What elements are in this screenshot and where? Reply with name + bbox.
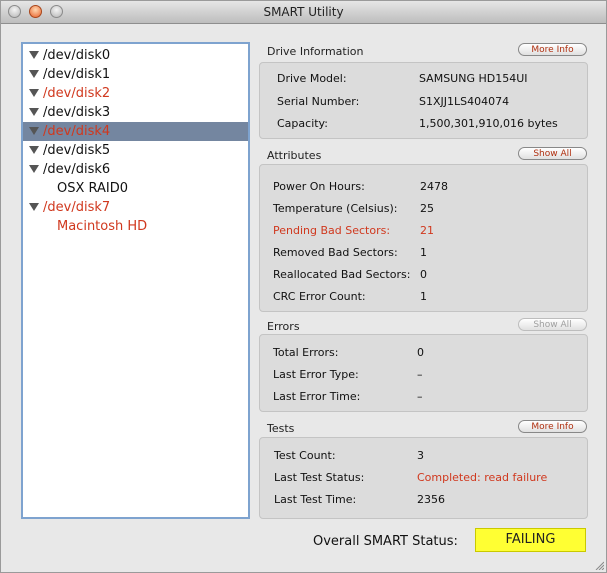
disk-list-item[interactable]: /dev/disk6	[23, 160, 248, 179]
disclosure-triangle-icon[interactable]	[29, 51, 39, 59]
last-test-time-label: Last Test Time:	[274, 493, 357, 506]
last-error-time-value: –	[417, 390, 423, 403]
last-error-type-value: –	[417, 368, 423, 381]
removed-bad-sectors-label: Removed Bad Sectors:	[273, 246, 398, 259]
last-test-time-value: 2356	[417, 493, 445, 506]
capacity-label: Capacity:	[277, 117, 328, 130]
volume-label: Macintosh HD	[57, 219, 148, 234]
pending-bad-sectors-value: 21	[420, 224, 434, 237]
attributes-title: Attributes	[267, 149, 322, 162]
temperature-value: 25	[420, 202, 434, 215]
disk-list-item[interactable]: /dev/disk3	[23, 103, 248, 122]
attributes-show-all-button[interactable]: Show All	[518, 147, 587, 160]
errors-group: Total Errors: 0 Last Error Type: – Last …	[259, 334, 588, 412]
disk-list-item[interactable]: /dev/disk2	[23, 84, 248, 103]
drive-info-group: Drive Model: SAMSUNG HD154UI Serial Numb…	[259, 62, 588, 139]
reallocated-bad-sectors-value: 0	[420, 268, 427, 281]
serial-number-value: S1XJJ1LS404074	[419, 95, 510, 108]
crc-error-count-value: 1	[420, 290, 427, 303]
disclosure-triangle-icon[interactable]	[29, 146, 39, 154]
resize-grip-icon[interactable]	[594, 560, 604, 570]
capacity-value: 1,500,301,910,016 bytes	[419, 117, 558, 130]
title-bar[interactable]: SMART Utility	[1, 1, 606, 24]
removed-bad-sectors-value: 1	[420, 246, 427, 259]
volume-list-item[interactable]: OSX RAID0	[23, 179, 248, 198]
last-test-status-value: Completed: read failure	[417, 471, 548, 484]
tests-title: Tests	[267, 422, 295, 435]
errors-title: Errors	[267, 320, 300, 333]
disk-label: /dev/disk7	[43, 200, 111, 215]
volume-list-item[interactable]: Macintosh HD	[23, 217, 248, 236]
last-test-status-label: Last Test Status:	[274, 471, 365, 484]
temperature-label: Temperature (Celsius):	[273, 202, 398, 215]
errors-show-all-button[interactable]: Show All	[518, 318, 587, 331]
total-errors-label: Total Errors:	[273, 346, 339, 359]
overall-status-badge: FAILING	[475, 528, 586, 552]
serial-number-label: Serial Number:	[277, 95, 360, 108]
disclosure-triangle-icon[interactable]	[29, 89, 39, 97]
power-on-hours-label: Power On Hours:	[273, 180, 365, 193]
overall-status-label: Overall SMART Status:	[313, 534, 458, 549]
disk-label: /dev/disk4	[43, 124, 111, 139]
disclosure-triangle-icon[interactable]	[29, 203, 39, 211]
drive-model-label: Drive Model:	[277, 72, 347, 85]
disk-label: /dev/disk2	[43, 86, 111, 101]
disk-label: /dev/disk3	[43, 105, 111, 120]
window-title: SMART Utility	[263, 5, 344, 19]
total-errors-value: 0	[417, 346, 424, 359]
disk-list-item[interactable]: /dev/disk5	[23, 141, 248, 160]
drive-info-title: Drive Information	[267, 45, 364, 58]
smart-utility-window: SMART Utility /dev/disk0 /dev/disk1 /dev…	[0, 0, 607, 573]
pending-bad-sectors-label: Pending Bad Sectors:	[273, 224, 391, 237]
crc-error-count-label: CRC Error Count:	[273, 290, 366, 303]
disk-label: /dev/disk1	[43, 67, 111, 82]
disk-list-item[interactable]: /dev/disk1	[23, 65, 248, 84]
power-on-hours-value: 2478	[420, 180, 448, 193]
disk-list-item[interactable]: /dev/disk7	[23, 198, 248, 217]
disk-label: /dev/disk6	[43, 162, 111, 177]
drive-model-value: SAMSUNG HD154UI	[419, 72, 528, 85]
test-count-label: Test Count:	[274, 449, 336, 462]
volume-label: OSX RAID0	[57, 181, 129, 196]
disk-list[interactable]: /dev/disk0 /dev/disk1 /dev/disk2 /dev/di…	[21, 42, 250, 519]
disk-label: /dev/disk0	[43, 48, 111, 63]
drive-more-info-button[interactable]: More Info	[518, 43, 587, 56]
disk-list-item[interactable]: /dev/disk0	[23, 46, 248, 65]
last-error-time-label: Last Error Time:	[273, 390, 361, 403]
test-count-value: 3	[417, 449, 424, 462]
disclosure-triangle-icon[interactable]	[29, 165, 39, 173]
reallocated-bad-sectors-label: Reallocated Bad Sectors:	[273, 268, 411, 281]
tests-more-info-button[interactable]: More Info	[518, 420, 587, 433]
attributes-group: Power On Hours: 2478 Temperature (Celsiu…	[259, 164, 588, 312]
tests-group: Test Count: 3 Last Test Status: Complete…	[259, 437, 588, 519]
last-error-type-label: Last Error Type:	[273, 368, 359, 381]
disk-list-item-selected[interactable]: /dev/disk4	[23, 122, 248, 141]
disclosure-triangle-icon[interactable]	[29, 108, 39, 116]
disclosure-triangle-icon[interactable]	[29, 70, 39, 78]
disclosure-triangle-icon[interactable]	[29, 127, 39, 135]
disk-label: /dev/disk5	[43, 143, 111, 158]
